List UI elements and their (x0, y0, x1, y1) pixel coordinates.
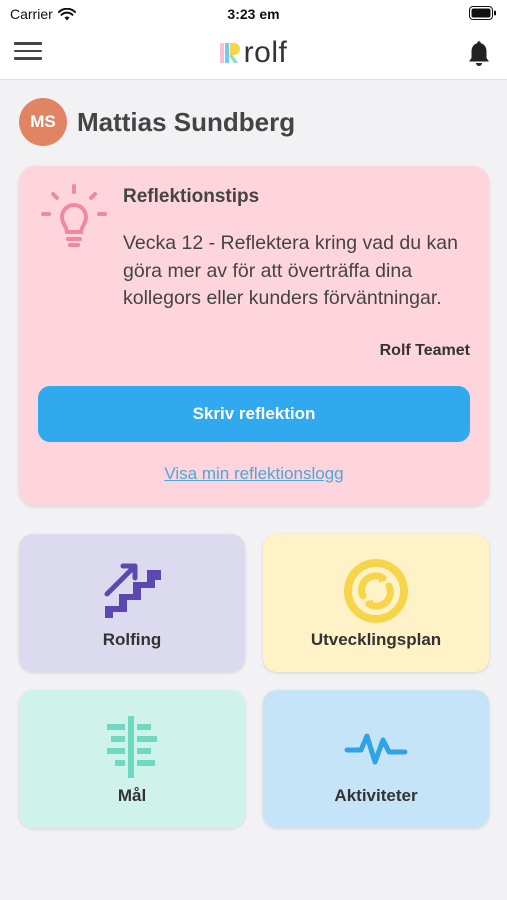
status-bar: Carrier 3:23 em (0, 0, 507, 28)
tile-label-mal: Mål (117, 786, 147, 805)
app-logo: rolf (0, 36, 507, 70)
tile-utvecklingsplan[interactable]: Utvecklingsplan (263, 534, 489, 672)
tile-aktiviteter[interactable]: Aktiviteter (263, 690, 489, 828)
logo-text: rolf (243, 36, 288, 69)
goal-tree-icon (107, 716, 157, 778)
user-profile: MS Mattias Sundberg (19, 98, 295, 146)
tile-rolfing[interactable]: Rolfing (19, 534, 245, 672)
battery-icon (469, 6, 497, 23)
user-name: Mattias Sundberg (77, 106, 296, 137)
tile-label-rolfing: Rolfing (102, 630, 162, 649)
reflection-tip-card: Reflektionstips Vecka 12 - Reflektera kr… (19, 166, 489, 506)
nav-bar: rolf (0, 28, 507, 80)
tip-title: Reflektionstips (123, 186, 260, 207)
tip-author: Rolf Teamet (379, 342, 470, 359)
cycle-icon (344, 559, 408, 623)
avatar[interactable]: MS (19, 98, 67, 146)
pulse-icon (344, 733, 408, 765)
stairs-icon (104, 563, 161, 618)
bell-icon[interactable] (465, 40, 493, 68)
tile-label-utvecklingsplan: Utvecklingsplan (310, 630, 442, 649)
lightbulb-icon (41, 184, 107, 247)
tile-mal[interactable]: Mål (19, 690, 245, 828)
rolf-logo-icon (219, 43, 240, 63)
clock: 3:23 em (227, 6, 280, 22)
reflection-log-link[interactable]: Visa min reflektionslogg (19, 464, 489, 484)
tile-label-aktiviteter: Aktiviteter (334, 786, 418, 805)
write-reflection-button[interactable]: Skriv reflektion (38, 386, 470, 442)
tip-text: Vecka 12 - Reflektera kring vad du kan g… (123, 232, 458, 309)
